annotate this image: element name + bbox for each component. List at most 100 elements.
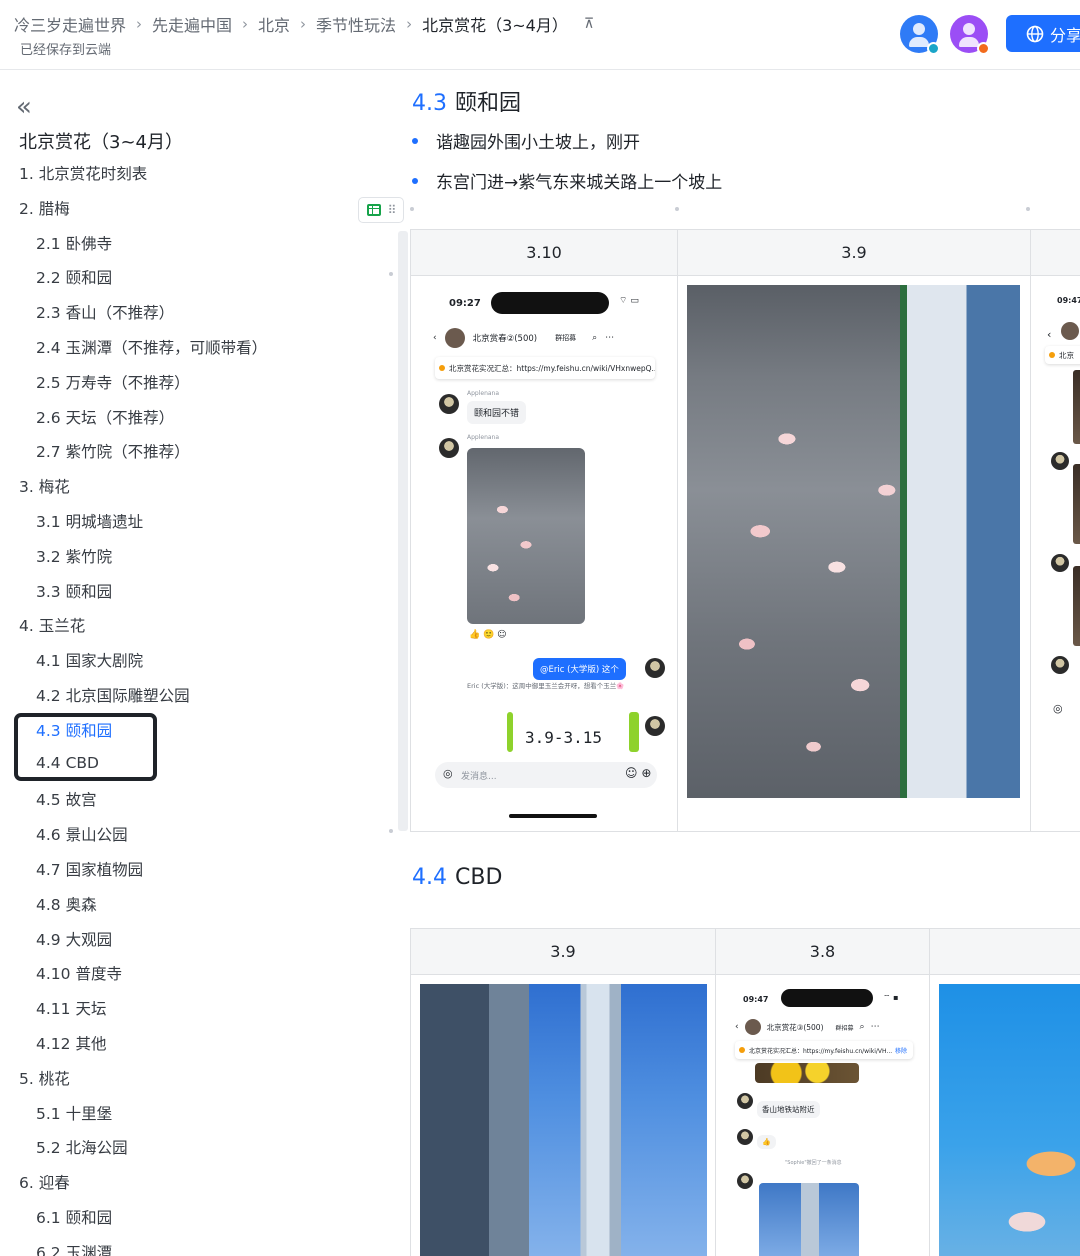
table-cell[interactable]: 09:47 ‹ 北京 ◎ (1031, 276, 1080, 832)
breadcrumb: 冷三岁走遍世界 › 先走遍中国 › 北京 › 季节性玩法 › 北京赏花（3~4月… (14, 12, 594, 36)
toc-item[interactable]: 2.5 万寿寺（不推荐） (36, 371, 190, 393)
table-header-cell[interactable] (930, 929, 1080, 975)
toc-item[interactable]: 6.2 玉渊潭 (36, 1241, 112, 1256)
toc-item[interactable]: 3.2 紫竹院 (36, 545, 112, 567)
toc-item[interactable]: 3.1 明城墙遗址 (36, 510, 143, 532)
doc-content: 4.3 颐和园 谐趣园外围小土坡上，刚开 东宫门进→紫气东来城关路上一个坡上 3.… (398, 71, 1080, 1256)
toc-item[interactable]: 3.3 颐和园 (36, 580, 112, 602)
toc-item[interactable]: 2.7 紫竹院（不推荐） (36, 440, 190, 462)
toc-item[interactable]: 4.5 故宫 (36, 788, 97, 810)
breadcrumb-item[interactable]: 先走遍中国 (152, 12, 232, 36)
back-icon: ‹ (735, 1022, 739, 1032)
emoji-icon: ☺ ⊕ (625, 766, 652, 780)
blossom-photo (939, 984, 1080, 1256)
share-button[interactable]: 分享 (1006, 15, 1080, 52)
toc-item[interactable]: 4. 玉兰花 (19, 614, 85, 636)
heading-text: 颐和园 (455, 91, 522, 116)
toc-item[interactable]: 2.3 香山（不推荐） (36, 301, 174, 323)
table-block-toolbar[interactable]: ⠿ (358, 197, 404, 223)
sender-avatar (1051, 554, 1069, 572)
toc-item[interactable]: 4.10 普度寺 (36, 962, 122, 984)
drag-handle-icon[interactable]: ⠿ (388, 203, 397, 217)
breadcrumb-item[interactable]: 北京 (258, 12, 290, 36)
pin-icon[interactable]: ⊼ (584, 16, 594, 32)
toc-item[interactable]: 4.2 北京国际雕塑公园 (36, 684, 190, 706)
toc-item[interactable]: 6.1 颐和园 (36, 1206, 112, 1228)
table-cell[interactable] (930, 975, 1080, 1256)
phone-time: 09:27 (449, 297, 481, 309)
chat-screenshot: 09:27 ⌔ ▭ ‹ 北京赏春②(500) 群招募 ⌕ ⋯ 北京赏花实况汇总：… (419, 284, 669, 824)
sender-avatar (737, 1093, 753, 1109)
toc-item[interactable]: 4.9 大观园 (36, 928, 112, 950)
collaborator-avatar[interactable] (900, 15, 940, 55)
photo-strip (1073, 370, 1080, 444)
toc-item[interactable]: 4.1 国家大剧院 (36, 649, 143, 671)
breadcrumb-item[interactable]: 冷三岁走遍世界 (14, 12, 126, 36)
collaborator-avatar[interactable] (950, 15, 990, 55)
collapse-sidebar-icon[interactable]: « (16, 94, 32, 120)
table-scrollbar[interactable] (398, 231, 408, 831)
toc-item[interactable]: 5.1 十里堡 (36, 1102, 112, 1124)
presence-dot (927, 42, 940, 55)
chat-bubble: 👍 (757, 1135, 776, 1149)
toc-item[interactable]: 2.1 卧佛寺 (36, 232, 112, 254)
image-table: 3.10 3.9 09:27 ⌔ ▭ ‹ 北京赏春②(500) 群招募 ⌕ ⋯ … (410, 229, 1080, 832)
table-header-cell[interactable]: 3.10 (411, 230, 678, 276)
sender-avatar (1051, 452, 1069, 470)
avatar-head (963, 23, 975, 35)
toc-item[interactable]: 4.7 国家植物园 (36, 858, 143, 880)
bullet-item: 谐趣园外围小土坡上，刚开 (412, 128, 640, 153)
pinned-notice: 北京赏花实况汇总：https://my.feishu.cn/wiki/VHxnw… (435, 357, 655, 379)
toc-item[interactable]: 2.6 天坛（不推荐） (36, 406, 174, 428)
breadcrumb-current[interactable]: 北京赏花（3~4月） (422, 12, 568, 36)
search-icon: ⌕ (592, 333, 598, 343)
photo-strip (1073, 566, 1080, 646)
battery-icon: ⌔ ▪ (883, 993, 899, 1002)
chevron-right-icon: › (300, 15, 307, 33)
toc-item[interactable]: 2.4 玉渊潭（不推荐，可顺带看） (36, 336, 267, 358)
table-cell[interactable] (678, 276, 1031, 832)
toc-item[interactable]: 2. 腊梅 (19, 197, 70, 219)
toc-item[interactable]: 4.11 天坛 (36, 997, 106, 1019)
group-recruit: 群招募 (835, 1024, 854, 1032)
toc-item[interactable]: 4.8 奥森 (36, 893, 97, 915)
toc-item[interactable]: 4.12 其他 (36, 1032, 106, 1054)
toc-title[interactable]: 北京赏花（3~4月） (19, 128, 183, 154)
quoted-reply: Eric (大学版)：这周中御里玉兰会开呀，想看个玉兰🌸 (467, 682, 625, 690)
toc-item[interactable]: 5.2 北海公园 (36, 1136, 128, 1158)
pinned-notice: 北京 (1045, 346, 1080, 364)
chat-screenshot: 09:47 ⌔ ▪ ‹ 北京赏花③(500) 群招募 ⌕ ⋯ 北京赏花实况汇总：… (725, 983, 921, 1256)
table-cell[interactable] (411, 975, 716, 1256)
breadcrumb-item[interactable]: 季节性玩法 (316, 12, 396, 36)
table-cell[interactable]: 09:27 ⌔ ▭ ‹ 北京赏春②(500) 群招募 ⌕ ⋯ 北京赏花实况汇总：… (411, 276, 678, 832)
voice-icon: ◎ (1053, 702, 1063, 715)
sender-avatar (439, 394, 459, 414)
pinned-notice: 北京赏花实况汇总：https://my.feishu.cn/wiki/VH...… (735, 1041, 913, 1059)
toc-item[interactable]: 4.6 景山公园 (36, 823, 128, 845)
toc-item[interactable]: 3. 梅花 (19, 475, 70, 497)
toc-item[interactable]: 6. 迎春 (19, 1171, 70, 1193)
toc-item[interactable]: 1. 北京赏花时刻表 (19, 162, 147, 184)
table-header-cell[interactable]: 3.8 (716, 929, 930, 975)
table-corner-dot (1026, 207, 1030, 211)
chevron-right-icon: › (136, 15, 143, 33)
chevron-right-icon: › (406, 15, 413, 33)
table-header-cell[interactable]: 3.9 (411, 929, 716, 975)
table-corner-dot (410, 207, 414, 211)
table-cell[interactable]: 09:47 ⌔ ▪ ‹ 北京赏花③(500) 群招募 ⌕ ⋯ 北京赏花实况汇总：… (716, 975, 930, 1256)
toc-item[interactable]: 5. 桃花 (19, 1067, 70, 1089)
dynamic-island (491, 292, 609, 314)
table-header-cell[interactable] (1031, 230, 1080, 276)
doc-header: 冷三岁走遍世界 › 先走遍中国 › 北京 › 季节性玩法 › 北京赏花（3~4月… (0, 0, 1080, 70)
group-recruit: 群招募 (555, 334, 577, 342)
divider-dot (389, 272, 393, 276)
chat-title-bar: ‹ 北京赏春②(500) 群招募 ⌕ ⋯ (433, 326, 659, 350)
phone-time: 09:47 (743, 995, 769, 1004)
table-header-cell[interactable]: 3.9 (678, 230, 1031, 276)
divider-dot (389, 829, 393, 833)
sender-name: Applenana (467, 434, 500, 441)
sender-avatar (737, 1129, 753, 1145)
table-icon[interactable] (366, 204, 381, 216)
bullet-text: 谐趣园外围小土坡上，刚开 (436, 133, 640, 153)
toc-item[interactable]: 2.2 颐和园 (36, 266, 112, 288)
